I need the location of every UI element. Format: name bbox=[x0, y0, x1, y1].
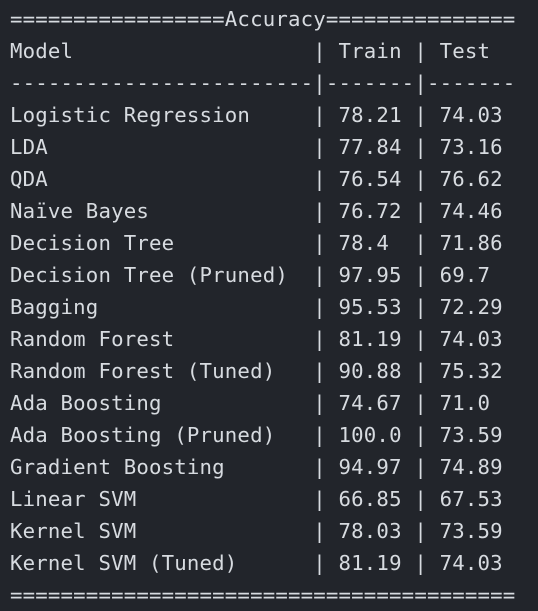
table-body: Logistic Regression | 78.21 | 74.03 LDA |… bbox=[10, 99, 538, 579]
row-test: 73.16 bbox=[439, 135, 503, 159]
table-row: Ada Boosting (Pruned) | 100.0 | 73.59 bbox=[10, 423, 503, 447]
row-test: 74.46 bbox=[439, 199, 503, 223]
row-model: Kernel SVM bbox=[10, 519, 137, 543]
row-train: 100.0 bbox=[338, 423, 402, 447]
row-model: Linear SVM bbox=[10, 487, 137, 511]
row-model: Ada Boosting (Pruned) bbox=[10, 423, 276, 447]
row-model: Naïve Bayes bbox=[10, 199, 149, 223]
row-test: 73.59 bbox=[439, 423, 503, 447]
row-model: Bagging bbox=[10, 295, 99, 319]
table-row: Logistic Regression | 78.21 | 74.03 bbox=[10, 103, 503, 127]
row-model: Random Forest (Tuned) bbox=[10, 359, 276, 383]
row-test: 74.03 bbox=[439, 103, 503, 127]
row-model: Logistic Regression bbox=[10, 103, 251, 127]
row-test: 73.59 bbox=[439, 519, 503, 543]
row-model: Decision Tree (Pruned) bbox=[10, 263, 288, 287]
table-row: Naïve Bayes | 76.72 | 74.46 bbox=[10, 199, 503, 223]
row-model: Gradient Boosting bbox=[10, 455, 225, 479]
row-model: Kernel SVM (Tuned) bbox=[10, 551, 238, 575]
header-model: Model bbox=[10, 39, 74, 63]
table-row: Decision Tree | 78.4 | 71.86 bbox=[10, 231, 503, 255]
table-row: QDA | 76.54 | 76.62 bbox=[10, 167, 503, 191]
terminal-output: =================Accuracy===============… bbox=[0, 0, 538, 608]
header-test: Test bbox=[439, 39, 491, 63]
row-test: 76.62 bbox=[439, 167, 503, 191]
row-test: 74.03 bbox=[439, 551, 503, 575]
row-test: 71.86 bbox=[439, 231, 503, 255]
row-train: 94.97 bbox=[338, 455, 402, 479]
row-model: LDA bbox=[10, 135, 48, 159]
row-train: 76.72 bbox=[338, 199, 402, 223]
row-model: Random Forest bbox=[10, 327, 175, 351]
row-test: 74.03 bbox=[439, 327, 503, 351]
row-train: 90.88 bbox=[338, 359, 402, 383]
row-test: 75.32 bbox=[439, 359, 503, 383]
row-test: 72.29 bbox=[439, 295, 503, 319]
row-train: 81.19 bbox=[338, 327, 402, 351]
table-row: Bagging | 95.53 | 72.29 bbox=[10, 295, 503, 319]
table-row: Gradient Boosting | 94.97 | 74.89 bbox=[10, 455, 503, 479]
row-test: 74.89 bbox=[439, 455, 503, 479]
row-test: 71.0 bbox=[439, 391, 491, 415]
row-train: 74.67 bbox=[338, 391, 402, 415]
table-row: Linear SVM | 66.85 | 67.53 bbox=[10, 487, 503, 511]
row-train: 76.54 bbox=[338, 167, 402, 191]
row-train: 95.53 bbox=[338, 295, 402, 319]
header-train: Train bbox=[338, 39, 402, 63]
bottom-rule: ======================================== bbox=[10, 583, 516, 607]
table-row: Kernel SVM | 78.03 | 73.59 bbox=[10, 519, 503, 543]
table-row: Random Forest | 81.19 | 74.03 bbox=[10, 327, 503, 351]
table-separator: ------------------------|-------|------- bbox=[10, 71, 516, 95]
table-row: Ada Boosting | 74.67 | 71.0 bbox=[10, 391, 491, 415]
table-row: LDA | 77.84 | 73.16 bbox=[10, 135, 503, 159]
row-train: 77.84 bbox=[338, 135, 402, 159]
row-train: 78.03 bbox=[338, 519, 402, 543]
table-row: Decision Tree (Pruned) | 97.95 | 69.7 bbox=[10, 263, 491, 287]
row-train: 78.21 bbox=[338, 103, 402, 127]
row-model: QDA bbox=[10, 167, 48, 191]
table-header-row: Model | Train | Test bbox=[10, 39, 491, 63]
row-model: Decision Tree bbox=[10, 231, 175, 255]
row-train: 97.95 bbox=[338, 263, 402, 287]
row-test: 69.7 bbox=[439, 263, 491, 287]
accuracy-title-rule: =================Accuracy=============== bbox=[10, 7, 516, 31]
row-train: 81.19 bbox=[338, 551, 402, 575]
table-row: Kernel SVM (Tuned) | 81.19 | 74.03 bbox=[10, 551, 503, 575]
row-train: 66.85 bbox=[338, 487, 402, 511]
table-row: Random Forest (Tuned) | 90.88 | 75.32 bbox=[10, 359, 503, 383]
row-model: Ada Boosting bbox=[10, 391, 162, 415]
row-train: 78.4 bbox=[338, 231, 390, 255]
row-test: 67.53 bbox=[439, 487, 503, 511]
